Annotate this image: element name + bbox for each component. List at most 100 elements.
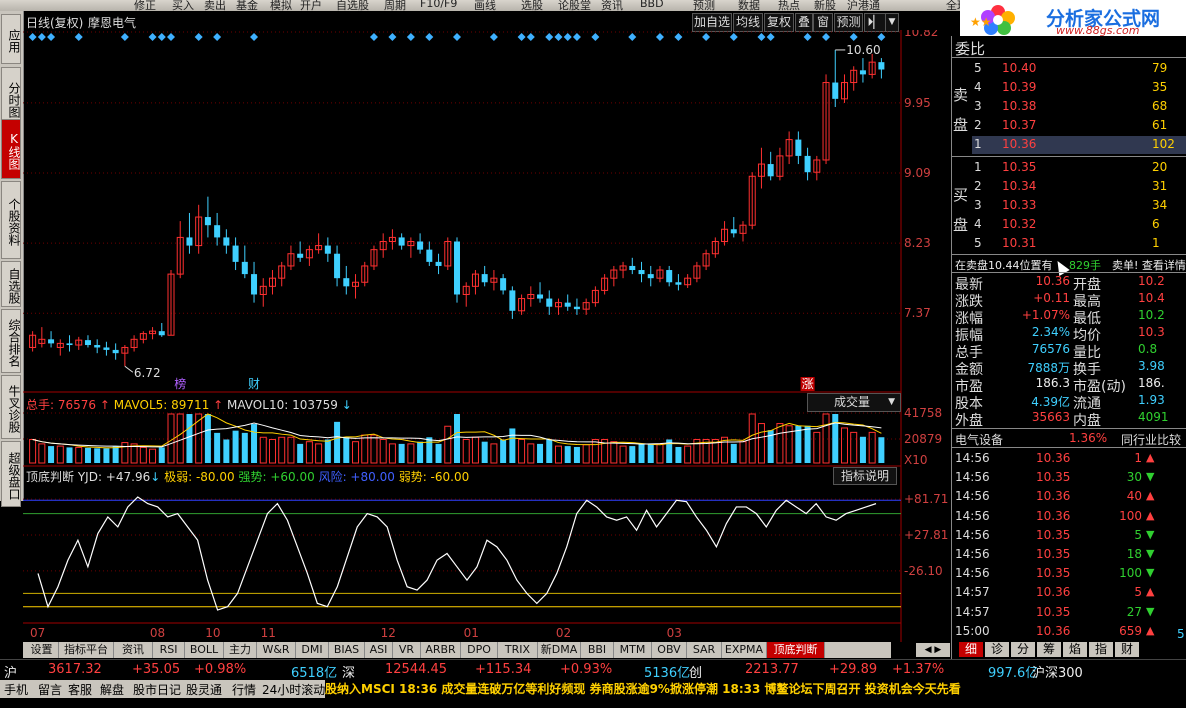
sector-compare-link[interactable]: 同行业比较 bbox=[1121, 431, 1181, 448]
candle bbox=[426, 241, 433, 266]
status-link[interactable]: 留言 bbox=[38, 681, 62, 698]
left-tab[interactable]: 综合排名 bbox=[1, 309, 21, 373]
volume-bar bbox=[214, 432, 221, 463]
indicator-tab[interactable]: ARBR bbox=[421, 642, 461, 658]
menu-item[interactable]: 资讯 bbox=[601, 0, 623, 11]
tab-scroll-arrows[interactable]: ◀ ▶ bbox=[916, 643, 950, 657]
menu-item[interactable]: 买入 bbox=[172, 0, 194, 11]
menu-item[interactable]: 模拟 bbox=[270, 0, 292, 11]
indicator-tab[interactable]: ASI bbox=[365, 642, 393, 658]
menu-item[interactable]: 画线 bbox=[474, 0, 496, 11]
right-panel-tab[interactable]: 分 bbox=[1011, 642, 1035, 657]
status-link[interactable]: 股市日记 bbox=[133, 681, 181, 698]
notice-detail-link[interactable]: 卖单! 查看详情 bbox=[1112, 257, 1186, 273]
indicator-tab[interactable]: EXPMA bbox=[722, 642, 767, 658]
indicator-tab[interactable]: RSI bbox=[153, 642, 185, 658]
quote-value: 4.39亿 bbox=[1031, 395, 1070, 409]
indicator-tab[interactable]: SAR bbox=[687, 642, 722, 658]
tick-time: 14:56 bbox=[955, 470, 990, 485]
indicator-tab[interactable]: BIAS bbox=[329, 642, 365, 658]
status-link[interactable]: 行情 bbox=[232, 681, 256, 698]
status-link[interactable]: 手机 bbox=[4, 681, 28, 698]
menu-item[interactable]: 选股 bbox=[521, 0, 543, 11]
menu-item[interactable]: 卖出 bbox=[204, 0, 226, 11]
kline-chart-area[interactable]: 10.82 9.95 9.09 8.23 7.37 10.60 6.72 榜 财 涨 41758 20… bbox=[23, 30, 950, 642]
menu-item[interactable]: 热点 bbox=[778, 0, 800, 11]
event-marker[interactable]: 财 bbox=[248, 377, 260, 391]
status-link[interactable]: 客服 bbox=[68, 681, 92, 698]
right-panel-tab[interactable]: 诊 bbox=[985, 642, 1009, 657]
news-ticker[interactable]: 股纳入MSCI 18:36 成交量连破万亿等利好频现 券商股涨逾9%掀涨停潮 1… bbox=[325, 680, 1186, 698]
volume-bar bbox=[647, 443, 654, 463]
left-tab[interactable]: K线图 bbox=[1, 119, 21, 179]
right-panel-tab[interactable]: 财 bbox=[1115, 642, 1139, 657]
notice-text[interactable]: 在卖盘10.44位置有 bbox=[955, 257, 1053, 273]
menu-item[interactable]: 全球 bbox=[946, 0, 960, 11]
sector-name[interactable]: 电气设备 bbox=[955, 431, 1003, 448]
indicator-tab[interactable]: BOLL bbox=[185, 642, 224, 658]
menu-item[interactable]: 开户 bbox=[300, 0, 322, 11]
quote-value: 186.3 bbox=[1035, 376, 1070, 390]
menu-item[interactable]: BBD bbox=[640, 0, 664, 10]
indicator-tab[interactable]: MTM bbox=[614, 642, 652, 658]
event-marker[interactable]: 涨 bbox=[802, 376, 814, 391]
candle bbox=[471, 270, 479, 295]
right-panel-tab[interactable]: 细 bbox=[959, 642, 983, 657]
indicator-tab[interactable]: VR bbox=[393, 642, 421, 658]
candle bbox=[878, 58, 885, 79]
menu-item[interactable]: 沪港通 bbox=[847, 0, 880, 11]
indicator-tabs: 设置 指标平台 资讯 RSI BOLL 主力 W&R DMI BIAS ASI VR ARBR DPO T… bbox=[23, 642, 891, 658]
status-link[interactable]: 24小时滚动 bbox=[262, 681, 325, 698]
indicator-tab[interactable]: OBV bbox=[652, 642, 687, 658]
event-marker[interactable]: 榜 bbox=[174, 376, 186, 391]
indicator-tab[interactable]: TRIX bbox=[498, 642, 538, 658]
indicator-tab[interactable]: 设置 bbox=[25, 642, 59, 658]
index-name[interactable]: 沪深300 bbox=[1032, 662, 1083, 681]
indicator-tab[interactable]: 资讯 bbox=[114, 642, 153, 658]
indicator-tab[interactable]: DMI bbox=[296, 642, 329, 658]
candle bbox=[757, 147, 765, 189]
menu-item[interactable]: 自选股 bbox=[336, 0, 369, 11]
index-pct: +0.98% bbox=[194, 662, 247, 677]
indicator-tab[interactable]: BBI bbox=[581, 642, 614, 658]
candle bbox=[268, 270, 276, 295]
menu-item[interactable]: 周期 bbox=[384, 0, 406, 11]
index-name[interactable]: 深 bbox=[342, 662, 355, 681]
volume-bar bbox=[481, 441, 488, 463]
candle bbox=[139, 331, 147, 344]
indicator-tab[interactable]: 新DMA bbox=[538, 642, 581, 658]
tick-time: 14:57 bbox=[955, 604, 990, 619]
menu-item[interactable]: 新股 bbox=[814, 0, 836, 11]
index-name[interactable]: 沪 bbox=[4, 662, 17, 681]
menu-item[interactable]: F10/F9 bbox=[420, 0, 457, 10]
indicator-tab[interactable]: 顶底判断 bbox=[767, 642, 825, 658]
left-tab[interactable]: 自选股 bbox=[1, 261, 21, 307]
status-link[interactable]: 股灵通 bbox=[186, 681, 222, 698]
indicator-selector[interactable]: 成交量 ▼ bbox=[807, 393, 901, 412]
indicator-tab[interactable]: W&R bbox=[257, 642, 296, 658]
left-tab[interactable]: 牛叉诊股 bbox=[1, 375, 21, 439]
index-name[interactable]: 创 bbox=[689, 662, 702, 681]
volume-mavol5: MAVOL5: 89711 bbox=[113, 398, 210, 412]
candle bbox=[352, 274, 360, 299]
right-panel-tab[interactable]: 指 bbox=[1089, 642, 1113, 657]
menu-item[interactable]: 预测 bbox=[693, 0, 715, 11]
right-panel-tab[interactable]: 焰 bbox=[1063, 642, 1087, 657]
left-tab[interactable]: 超级盘口 bbox=[1, 441, 21, 507]
right-panel-tab[interactable]: 筹 bbox=[1037, 642, 1061, 657]
order-price: 10.31 bbox=[1002, 236, 1037, 250]
volume-bar bbox=[591, 438, 599, 464]
status-link[interactable]: 解盘 bbox=[100, 681, 124, 698]
left-tab[interactable]: 个股资料 bbox=[1, 181, 21, 259]
indicator-tab[interactable]: DPO bbox=[461, 642, 498, 658]
indicator-explain-button[interactable]: 指标说明 bbox=[833, 467, 897, 485]
menu-item[interactable]: 论股堂 bbox=[558, 0, 591, 11]
indicator-tab[interactable]: 指标平台 bbox=[59, 642, 114, 658]
quote-value: 76576 bbox=[1031, 342, 1070, 356]
menu-item[interactable]: 数据 bbox=[738, 0, 760, 11]
menu-item[interactable]: 修正 bbox=[134, 0, 156, 11]
left-tab[interactable]: 应用 bbox=[1, 14, 21, 64]
menu-item[interactable]: 基金 bbox=[236, 0, 258, 11]
tick-time: 15:00 bbox=[955, 623, 990, 638]
indicator-tab[interactable]: 主力 bbox=[224, 642, 257, 658]
